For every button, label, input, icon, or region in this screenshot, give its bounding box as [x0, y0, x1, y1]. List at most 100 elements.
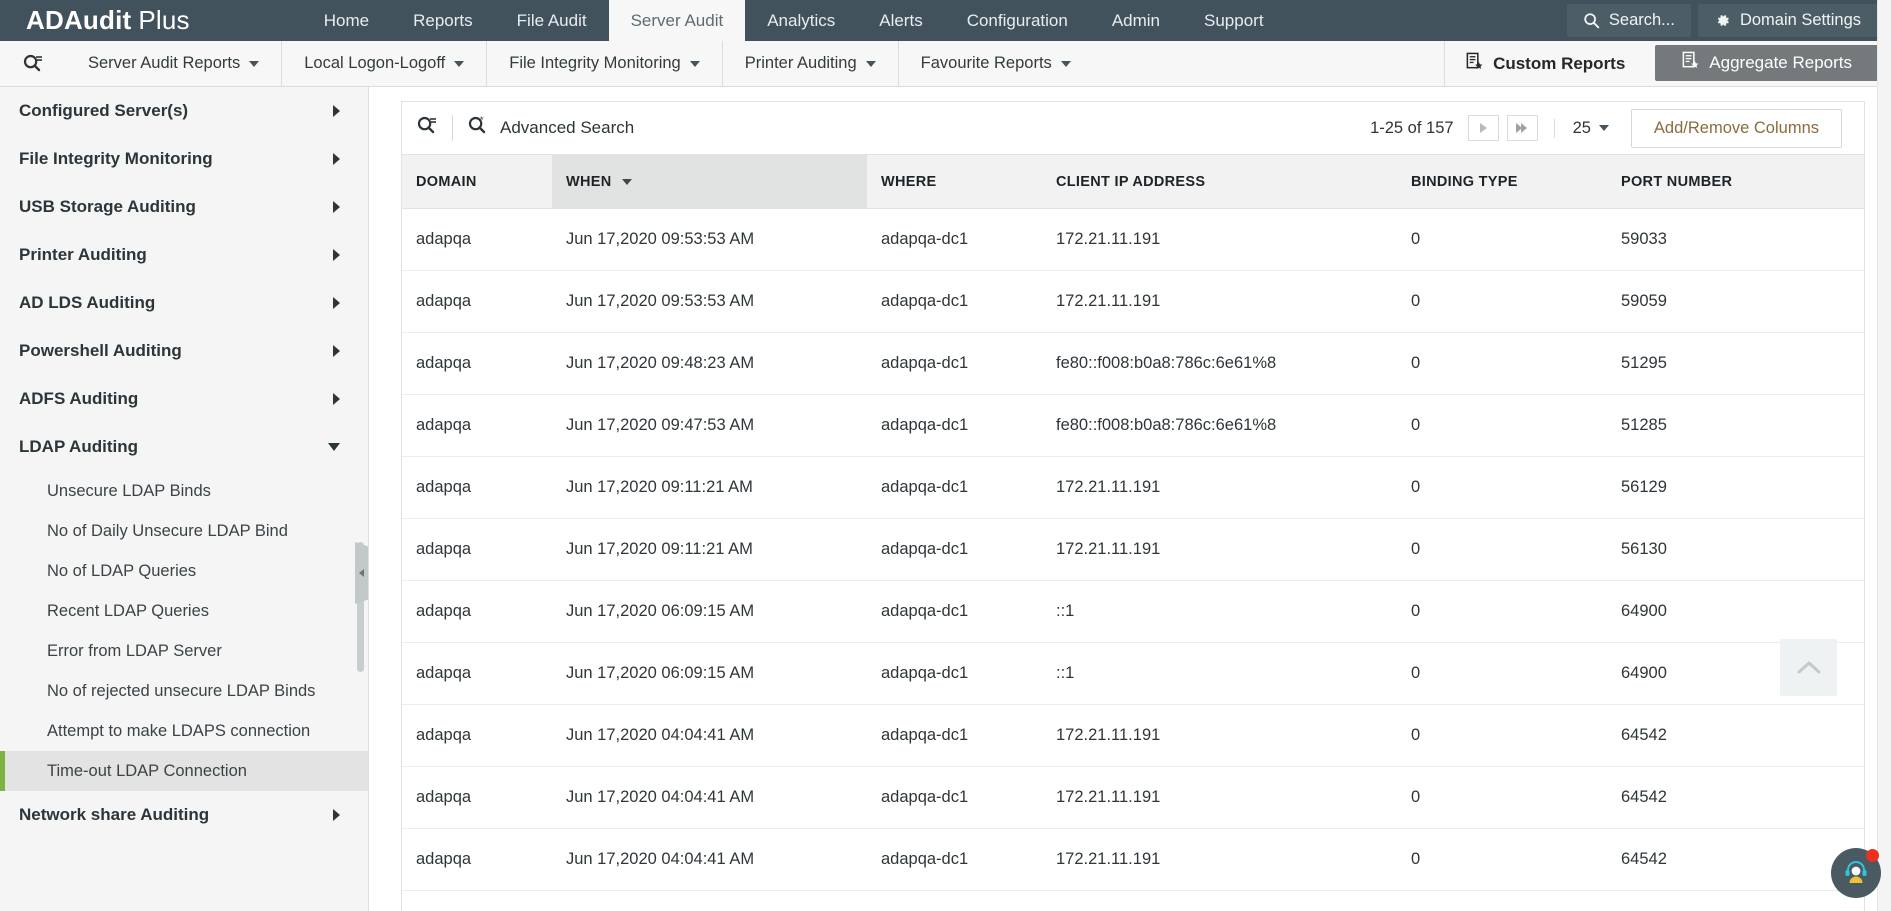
cell-binding-type: 0 — [1397, 704, 1607, 767]
custom-reports-button[interactable]: Custom Reports — [1444, 41, 1645, 86]
top-nav-item-server-audit[interactable]: Server Audit — [608, 0, 746, 41]
cell-where: adapqa-dc1 — [867, 208, 1042, 271]
table-row[interactable]: adapqa Jun 17,2020 09:11:21 AM adapqa-dc1 1… — [402, 456, 1864, 519]
column-search-icon[interactable] — [416, 115, 438, 142]
sidebar-group-printer-auditing[interactable]: Printer Auditing — [0, 231, 368, 279]
sidebar-item-no-of-ldap-queries[interactable]: No of LDAP Queries — [0, 551, 368, 591]
page-scrollbar[interactable] — [1877, 0, 1891, 911]
table-row[interactable]: adapqa Jun 17,2020 04:04:41 AM adapqa-dc1 1… — [402, 766, 1864, 829]
aggregate-report-icon — [1681, 51, 1700, 75]
cell-client-ip: 172.21.11.191 — [1042, 766, 1397, 829]
subnav-menu-file-integrity-monitoring[interactable]: File Integrity Monitoring — [486, 41, 722, 86]
cell-when: Jun 17,2020 09:11:21 AM — [552, 456, 867, 519]
column-header-label: CLIENT IP ADDRESS — [1056, 173, 1206, 190]
top-nav-item-support[interactable]: Support — [1182, 0, 1286, 41]
sidebar-group-powershell-auditing[interactable]: Powershell Auditing — [0, 327, 368, 375]
report-search-icon[interactable] — [0, 41, 66, 86]
advanced-search-button[interactable]: * Advanced Search — [467, 115, 634, 142]
sidebar-group-ldap-auditing[interactable]: LDAP Auditing — [0, 423, 368, 471]
subnav-menu-list: Server Audit Reports Local Logon-Logoff Fi… — [66, 41, 1093, 86]
column-header-when[interactable]: WHEN — [552, 154, 867, 209]
sidebar-group-ad-lds-auditing[interactable]: AD LDS Auditing — [0, 279, 368, 327]
top-nav-item-admin[interactable]: Admin — [1090, 0, 1182, 41]
cell-domain: adapqa — [402, 828, 552, 891]
subnav-menu-favourite-reports[interactable]: Favourite Reports — [897, 41, 1093, 86]
chevron-right-icon — [333, 153, 340, 165]
table-row[interactable]: adapqa Jun 17,2020 09:48:23 AM adapqa-dc1 f… — [402, 332, 1864, 395]
table-row[interactable]: adapqa Jun 17,2020 06:09:15 AM adapqa-dc1:… — [402, 642, 1864, 705]
sidebar-item-recent-ldap-queries[interactable]: Recent LDAP Queries — [0, 591, 368, 631]
cell-where: adapqa-dc1 — [867, 766, 1042, 829]
top-nav-item-alerts[interactable]: Alerts — [857, 0, 944, 41]
sidebar-collapse-handle[interactable] — [355, 542, 368, 604]
domain-settings-button[interactable]: Domain Settings — [1697, 4, 1877, 37]
page-size-selector[interactable]: 25 — [1553, 118, 1609, 138]
table-row[interactable]: adapqa Jun 17,2020 06:09:15 AM adapqa-dc1:… — [402, 580, 1864, 643]
sidebar-group-file-integrity-monitoring[interactable]: File Integrity Monitoring — [0, 135, 368, 183]
report-sidebar: Configured Server(s) File Integrity Monit… — [0, 87, 369, 911]
record-range-label: 1-25 of 157 — [1370, 118, 1454, 137]
column-header-label: WHEN — [566, 173, 612, 190]
app-logo[interactable]: ADAudit Plus — [0, 0, 218, 41]
table-row[interactable]: adapqa Jun 17,2020 09:47:53 AM adapqa-dc1 f… — [402, 394, 1864, 457]
table-row[interactable]: adapqa Jun 17,2020 09:11:21 AM adapqa-dc1 1… — [402, 518, 1864, 581]
sidebar-item-attempt-to-make-ldaps-connection[interactable]: Attempt to make LDAPS connection — [0, 711, 368, 751]
subnav-menu-server-audit-reports[interactable]: Server Audit Reports — [66, 41, 281, 86]
column-header-where[interactable]: WHERE — [867, 154, 1042, 209]
table-row[interactable]: adapqa Jun 17,2020 09:53:53 AM adapqa-dc1 1… — [402, 270, 1864, 333]
chat-notification-dot — [1866, 849, 1879, 862]
cell-domain: adapqa — [402, 518, 552, 581]
subnav-menu-local-logon-logoff[interactable]: Local Logon-Logoff — [281, 41, 486, 86]
last-page-button[interactable] — [1506, 115, 1538, 141]
chevron-down-icon — [249, 60, 260, 67]
table-row[interactable]: adapqa Jun 17,2020 04:04:41 AM adapqa-dc1 1… — [402, 704, 1864, 767]
support-chat-button[interactable] — [1831, 848, 1881, 898]
next-page-button[interactable] — [1467, 115, 1499, 141]
sidebar-group-usb-storage-auditing[interactable]: USB Storage Auditing — [0, 183, 368, 231]
sidebar-group-configured-server-s[interactable]: Configured Server(s) — [0, 87, 368, 135]
top-nav-item-analytics[interactable]: Analytics — [745, 0, 857, 41]
scroll-to-top-button[interactable] — [1780, 639, 1837, 696]
sidebar-item-no-of-rejected-unsecure-ldap-binds[interactable]: No of rejected unsecure LDAP Binds — [0, 671, 368, 711]
cell-port-number: 56130 — [1607, 518, 1864, 581]
cell-port-number: 59033 — [1607, 208, 1864, 271]
sidebar-group-adfs-auditing[interactable]: ADFS Auditing — [0, 375, 368, 423]
toolbar-right: 1-25 of 157 25 Add/Remove Columns — [1370, 108, 1842, 148]
headset-chat-icon — [1841, 856, 1871, 891]
top-nav-item-file-audit[interactable]: File Audit — [495, 0, 609, 41]
cell-domain: adapqa — [402, 394, 552, 457]
chevron-right-icon — [333, 345, 340, 357]
aggregate-reports-button[interactable]: Aggregate Reports — [1655, 45, 1878, 81]
cell-domain: adapqa — [402, 766, 552, 829]
sidebar-group-label: USB Storage Auditing — [19, 197, 196, 216]
top-nav-item-configuration[interactable]: Configuration — [945, 0, 1090, 41]
chevron-down-icon — [1598, 125, 1609, 131]
brand-name-light: Plus — [138, 5, 190, 35]
top-nav-item-home[interactable]: Home — [302, 0, 391, 41]
sidebar-item-unsecure-ldap-binds[interactable]: Unsecure LDAP Binds — [0, 471, 368, 511]
search-button[interactable]: Search... — [1566, 4, 1691, 37]
sidebar-item-no-of-daily-unsecure-ldap-bind[interactable]: No of Daily Unsecure LDAP Bind — [0, 511, 368, 551]
column-header-domain[interactable]: DOMAIN — [402, 154, 552, 209]
cell-where: adapqa-dc1 — [867, 704, 1042, 767]
sidebar-item-time-out-ldap-connection[interactable]: Time-out LDAP Connection — [0, 751, 368, 791]
chevron-right-icon — [333, 809, 340, 821]
column-header-port-number[interactable]: PORT NUMBER — [1607, 154, 1864, 209]
subnav-menu-printer-auditing[interactable]: Printer Auditing — [721, 41, 898, 86]
column-header-client-ip[interactable]: CLIENT IP ADDRESS — [1042, 154, 1397, 209]
cell-where: adapqa-dc1 — [867, 394, 1042, 457]
add-remove-columns-button[interactable]: Add/Remove Columns — [1630, 108, 1842, 148]
table-row[interactable]: adapqa Jun 17,2020 04:04:41 AM adapqa-dc1 1… — [402, 828, 1864, 891]
column-header-binding-type[interactable]: BINDING TYPE — [1397, 154, 1607, 209]
table-row[interactable]: adapqa Jun 17,2020 09:53:53 AM adapqa-dc1 1… — [402, 208, 1864, 271]
cell-where: adapqa-dc1 — [867, 518, 1042, 581]
top-nav-item-reports[interactable]: Reports — [391, 0, 495, 41]
chevron-left-icon — [359, 569, 364, 577]
chevron-right-icon — [333, 297, 340, 309]
cell-where: adapqa-dc1 — [867, 270, 1042, 333]
sidebar-group-network-share-auditing[interactable]: Network share Auditing — [0, 791, 368, 839]
top-nav-items: Home Reports File Audit Server Audit Analyti… — [302, 0, 1286, 41]
sidebar-item-error-from-ldap-server[interactable]: Error from LDAP Server — [0, 631, 368, 671]
cell-when: Jun 17,2020 09:47:53 AM — [552, 394, 867, 457]
subnav-menu-label: Favourite Reports — [920, 54, 1052, 72]
